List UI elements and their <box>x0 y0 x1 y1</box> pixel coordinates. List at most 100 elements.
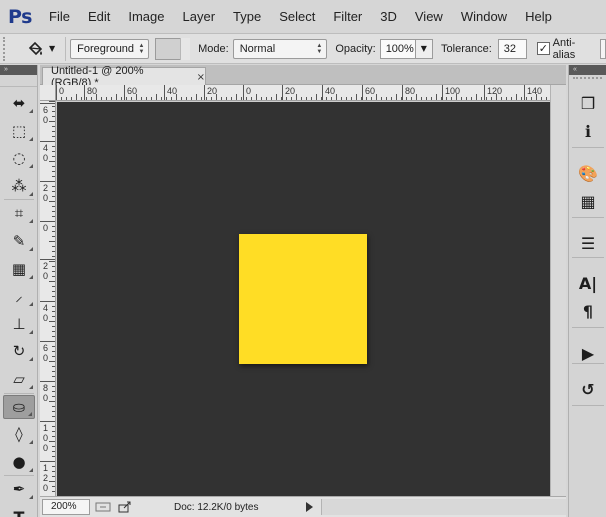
ruler-minor-tick <box>366 97 367 100</box>
panel-dock-grip[interactable] <box>573 77 602 83</box>
ruler-label: 0 <box>59 86 65 96</box>
close-icon[interactable]: × <box>197 72 205 83</box>
ruler-minor-tick <box>531 97 532 100</box>
menu-3d[interactable]: 3D <box>371 0 406 33</box>
3d-panel-button[interactable]: ❒ <box>574 91 602 115</box>
vertical-ruler[interactable]: 6 0 4 0 2 0 0 2 0 4 0 6 0 8 0 1 0 0 1 2 0 <box>40 101 56 496</box>
panel-dock-header[interactable]: « <box>569 65 606 75</box>
tolerance-label: Tolerance: <box>441 42 492 55</box>
history-panel-button[interactable]: ↺ <box>574 377 602 401</box>
ruler-minor-tick <box>351 97 352 100</box>
ruler-label: 20 <box>285 86 296 96</box>
blur-tool[interactable]: ◊ <box>3 422 35 446</box>
tools-panel-header[interactable]: » <box>0 65 37 75</box>
ruler-minor-tick <box>261 97 262 100</box>
paragraph-panel-button[interactable]: ¶ <box>574 299 602 323</box>
marquee-tool[interactable]: ⬚ <box>3 119 35 143</box>
lasso-tool[interactable]: ◌ <box>3 146 35 170</box>
ruler-minor-tick <box>361 97 362 100</box>
status-menu-arrow-icon[interactable] <box>306 502 313 512</box>
contiguous-checkbox[interactable] <box>600 38 606 59</box>
info-panel-button[interactable]: ℹ <box>574 119 602 143</box>
tool-preset-picker[interactable]: ▼ <box>21 37 61 61</box>
menu-type[interactable]: Type <box>224 0 270 33</box>
menu-window[interactable]: Window <box>452 0 516 33</box>
ruler-minor-tick <box>52 376 55 377</box>
ruler-minor-tick <box>381 97 382 100</box>
ruler-minor-tick <box>546 97 547 100</box>
ruler-minor-tick <box>311 97 312 100</box>
magic-wand-tool[interactable]: ⁂ <box>3 174 35 198</box>
ruler-minor-tick <box>49 121 55 122</box>
ruler-minor-tick <box>52 191 55 192</box>
ruler-minor-tick <box>436 94 437 100</box>
ruler-minor-tick <box>391 97 392 100</box>
tolerance-input[interactable]: 32 <box>497 38 528 59</box>
vertical-scrollbar[interactable] <box>550 85 566 496</box>
canvas[interactable] <box>57 102 550 496</box>
ruler-major-tick <box>484 85 485 100</box>
clone-stamp-tool[interactable]: ⊥ <box>3 312 35 336</box>
ruler-minor-tick <box>356 94 357 100</box>
ruler-minor-tick <box>52 366 55 367</box>
options-bar-grip[interactable] <box>3 36 9 61</box>
tools-panel-grip[interactable] <box>0 75 37 87</box>
ruler-minor-tick <box>336 94 337 100</box>
ruler-minor-tick <box>306 97 307 100</box>
brush-tool[interactable]: ⸝ <box>3 284 35 308</box>
blend-mode-select[interactable]: Normal ▲ ▼ <box>232 38 328 59</box>
document-tab[interactable]: Untitled-1 @ 200% (RGB/8) * × <box>42 65 206 89</box>
anti-alias-checkbox[interactable]: ✓ <box>537 42 550 55</box>
ruler-minor-tick <box>376 94 377 100</box>
menu-image[interactable]: Image <box>119 0 173 33</box>
ruler-minor-tick <box>52 451 55 452</box>
zoom-level-field[interactable]: 200% <box>42 499 90 515</box>
ruler-label: 2 0 <box>43 261 49 281</box>
menu-view[interactable]: View <box>406 0 452 33</box>
yellow-square-shape[interactable] <box>239 234 367 364</box>
horizontal-scrollbar[interactable] <box>321 499 566 515</box>
ruler-minor-tick <box>526 97 527 100</box>
actions-panel-icon: ▶ <box>581 343 595 363</box>
dodge-tool[interactable]: ● <box>3 450 35 474</box>
paint-bucket-tool[interactable]: ⛀ <box>3 394 35 419</box>
more-tools-triangle-icon <box>29 164 33 169</box>
menu-select[interactable]: Select <box>270 0 324 33</box>
ruler-minor-tick <box>396 94 397 100</box>
fill-source-select[interactable]: Foreground ▲ ▼ <box>70 38 150 59</box>
opacity-input[interactable]: 100% <box>379 38 416 59</box>
ruler-minor-tick <box>52 371 55 372</box>
ruler-minor-tick <box>49 281 55 282</box>
color-panel-button[interactable]: 🎨 <box>574 161 602 185</box>
menu-help[interactable]: Help <box>516 0 561 33</box>
ruler-minor-tick <box>52 406 55 407</box>
horizontal-ruler[interactable]: 0 80 60 40 20 0 20 40 60 80 100 120 140 <box>56 85 550 101</box>
pen-tool[interactable]: ✒ <box>3 477 35 501</box>
sync-icon[interactable] <box>94 500 112 514</box>
crop-tool[interactable]: ⌗ <box>3 201 35 225</box>
healing-brush-tool[interactable]: ▦ <box>3 257 35 281</box>
ruler-minor-tick <box>52 476 55 477</box>
ruler-minor-tick <box>181 97 182 100</box>
pattern-picker[interactable] <box>155 37 191 60</box>
menu-edit[interactable]: Edit <box>79 0 119 33</box>
menu-filter[interactable]: Filter <box>324 0 371 33</box>
eyedropper-tool[interactable]: ✎ <box>3 229 35 253</box>
adjustments-panel-button[interactable]: ☰ <box>574 231 602 255</box>
opacity-dropdown-button[interactable]: ▼ <box>415 38 434 59</box>
eraser-tool[interactable]: ▱ <box>3 367 35 391</box>
ruler-minor-tick <box>146 97 147 100</box>
export-icon[interactable] <box>116 500 134 514</box>
type-tool[interactable]: T <box>3 505 35 517</box>
ruler-origin[interactable] <box>40 85 56 101</box>
actions-panel-button[interactable]: ▶ <box>574 341 602 365</box>
move-tool[interactable]: ⬌ <box>3 91 35 115</box>
ruler-label: 2 0 <box>43 183 49 203</box>
ruler-minor-tick <box>441 97 442 100</box>
menu-layer[interactable]: Layer <box>174 0 225 33</box>
anti-alias-label: Anti-alias <box>552 36 576 61</box>
history-brush-tool[interactable]: ↻ <box>3 339 35 363</box>
character-panel-button[interactable]: A| <box>574 271 602 295</box>
swatches-panel-button[interactable]: ▦ <box>574 189 602 213</box>
menu-file[interactable]: File <box>40 0 79 33</box>
